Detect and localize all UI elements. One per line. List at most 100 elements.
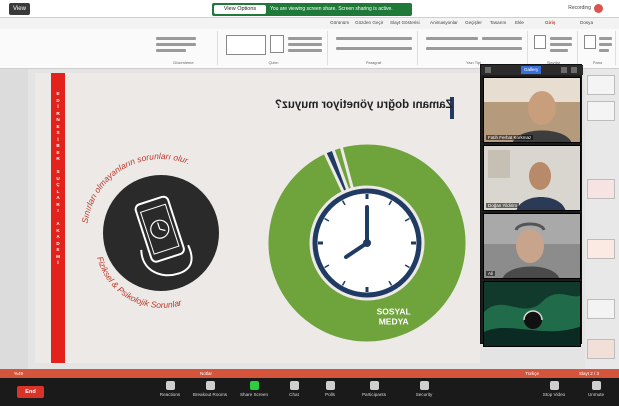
tab-slideshow[interactable]: Slayt Gösterisi xyxy=(390,20,420,25)
breakout-rooms-button[interactable]: Breakout Rooms xyxy=(190,381,230,403)
participants-icon xyxy=(369,381,379,390)
title-bar: View View Options You are viewing screen… xyxy=(0,0,619,18)
tab-insert[interactable]: Ekle xyxy=(515,20,524,25)
button-label: Unmute xyxy=(587,392,605,397)
slide-thumbnail[interactable] xyxy=(587,179,615,199)
button-label: Breakout Rooms xyxy=(192,392,228,397)
ribbon-group-font: Yazı Tipi xyxy=(420,31,528,65)
participant-name: Ali xyxy=(486,271,496,276)
button-label: Security xyxy=(415,392,433,397)
clock-center xyxy=(363,239,371,247)
close-icon[interactable] xyxy=(571,67,577,73)
tab-design[interactable]: Tasarım xyxy=(490,20,506,25)
language-indicator[interactable]: Türkçe xyxy=(525,371,539,376)
zoom-level[interactable]: %49 xyxy=(14,371,23,376)
gallery-tag[interactable]: Gallery xyxy=(521,66,542,74)
participant-video xyxy=(484,214,580,278)
ribbon-line xyxy=(336,37,412,40)
group-label: Düzenleme xyxy=(173,60,194,65)
participant-tile[interactable]: Doğan Yildirim xyxy=(483,145,581,211)
ribbon-line xyxy=(426,47,522,50)
dark-circle xyxy=(103,175,219,291)
side-letters: EDİRNESİBER SUÇLARI AKADEMİ xyxy=(51,91,65,267)
new-slide-icon[interactable] xyxy=(534,35,546,49)
shapes-gallery[interactable] xyxy=(226,35,266,55)
unmute-button[interactable]: Unmute xyxy=(576,381,616,403)
slide-canvas[interactable]: EDİRNESİBER SUÇLARI AKADEMİ Zamanı doğru… xyxy=(35,73,480,363)
ribbon-line xyxy=(550,37,572,40)
ribbon-line xyxy=(599,43,612,46)
participant-tile[interactable] xyxy=(483,281,581,347)
polls-icon xyxy=(325,381,335,390)
reactions-icon xyxy=(165,381,175,390)
participant-tile[interactable]: Ali xyxy=(483,213,581,279)
tab-file[interactable]: Dosya xyxy=(580,20,593,25)
microphone-icon xyxy=(591,381,601,390)
video-camera-icon xyxy=(549,381,559,390)
tab-view[interactable]: Görünüm xyxy=(330,20,349,25)
participants-button[interactable]: Participants xyxy=(354,381,394,403)
ribbon-line xyxy=(288,43,322,46)
chat-icon xyxy=(289,381,299,390)
ribbon-group-slides: Slaytlar xyxy=(530,31,578,65)
security-button[interactable]: Security xyxy=(404,381,444,403)
ribbon: Pano Slaytlar Yazı Tipi Paragraf Çizim D… xyxy=(0,29,619,69)
ribbon-group-clipboard: Pano xyxy=(580,31,616,65)
slide-thumbnail[interactable] xyxy=(587,299,615,319)
button-label: Polls xyxy=(325,392,335,397)
stop-video-button[interactable]: Stop Video xyxy=(534,381,574,403)
meeting-toolbar: End Reactions Breakout Rooms Share Scree… xyxy=(0,378,619,406)
participant-name: Fatih Ferhat Korkmaz xyxy=(486,135,534,140)
participants-panel: Gallery Fatih Ferhat Korkmaz Doğan Yildi… xyxy=(480,64,583,347)
zoom-screen-share-window: View View Options You are viewing screen… xyxy=(0,0,619,406)
minimize-icon[interactable] xyxy=(561,67,567,73)
paste-icon[interactable] xyxy=(584,35,596,49)
tab-home[interactable]: Giriş xyxy=(545,20,555,25)
ribbon-group-drawing: Çizim xyxy=(220,31,328,65)
participant-video xyxy=(484,282,580,346)
share-banner: View Options You are viewing screen shar… xyxy=(212,3,412,16)
ribbon-tabs: Dosya Giriş Ekle Tasarım Geçişler Animas… xyxy=(0,18,619,29)
group-label: Paragraf xyxy=(365,60,382,65)
button-label: Reactions xyxy=(159,392,181,397)
ribbon-line xyxy=(156,37,196,40)
ribbon-line xyxy=(156,43,196,46)
slide-thumbnail[interactable] xyxy=(587,339,615,359)
button-label: Stop Video xyxy=(542,392,566,397)
status-bar: Slayt 2 / 3 Türkçe Notlar %49 xyxy=(0,369,619,378)
ribbon-line xyxy=(482,37,522,40)
group-label: Pano xyxy=(592,60,603,65)
share-banner-text: You are viewing screen share. Screen sha… xyxy=(270,6,393,12)
participant-video xyxy=(484,78,580,142)
slide-thumbnail[interactable] xyxy=(587,75,615,95)
tab-review[interactable]: Gözden Geçir xyxy=(355,20,383,25)
ribbon-line xyxy=(550,43,572,46)
time-wheel: MÜZİKFİLMOYUNBİLGİKOMİKVİDEOSOSYALMEDYA xyxy=(265,141,469,345)
share-screen-button[interactable]: Share Screen xyxy=(234,381,274,403)
ribbon-line xyxy=(288,49,322,52)
tab-transitions[interactable]: Geçişler xyxy=(465,20,482,25)
slide-thumbnails xyxy=(585,69,619,369)
polls-button[interactable]: Polls xyxy=(310,381,350,403)
notes-button[interactable]: Notlar xyxy=(200,371,212,376)
tab-animations[interactable]: Animasyonlar xyxy=(430,20,458,25)
recording-label: Recording xyxy=(568,5,591,11)
reactions-button[interactable]: Reactions xyxy=(150,381,190,403)
participant-tile[interactable]: Fatih Ferhat Korkmaz xyxy=(483,77,581,143)
record-icon[interactable] xyxy=(594,4,603,13)
view-options-button[interactable]: View Options xyxy=(214,5,266,14)
shield-icon xyxy=(419,381,429,390)
button-label: Share Screen xyxy=(239,392,269,397)
ribbon-line xyxy=(156,49,186,52)
slide-thumbnail[interactable] xyxy=(587,101,615,121)
grid-icon[interactable] xyxy=(485,67,491,73)
ribbon-line xyxy=(599,37,612,40)
ribbon-group-paragraph: Paragraf xyxy=(330,31,418,65)
chat-button[interactable]: Chat xyxy=(274,381,314,403)
arrange-icon[interactable] xyxy=(270,35,284,53)
workspace-margin xyxy=(0,69,28,369)
view-button[interactable]: View xyxy=(9,3,30,15)
slide-thumbnail[interactable] xyxy=(587,239,615,259)
end-meeting-button[interactable]: End xyxy=(17,386,44,398)
share-screen-icon xyxy=(249,381,259,390)
